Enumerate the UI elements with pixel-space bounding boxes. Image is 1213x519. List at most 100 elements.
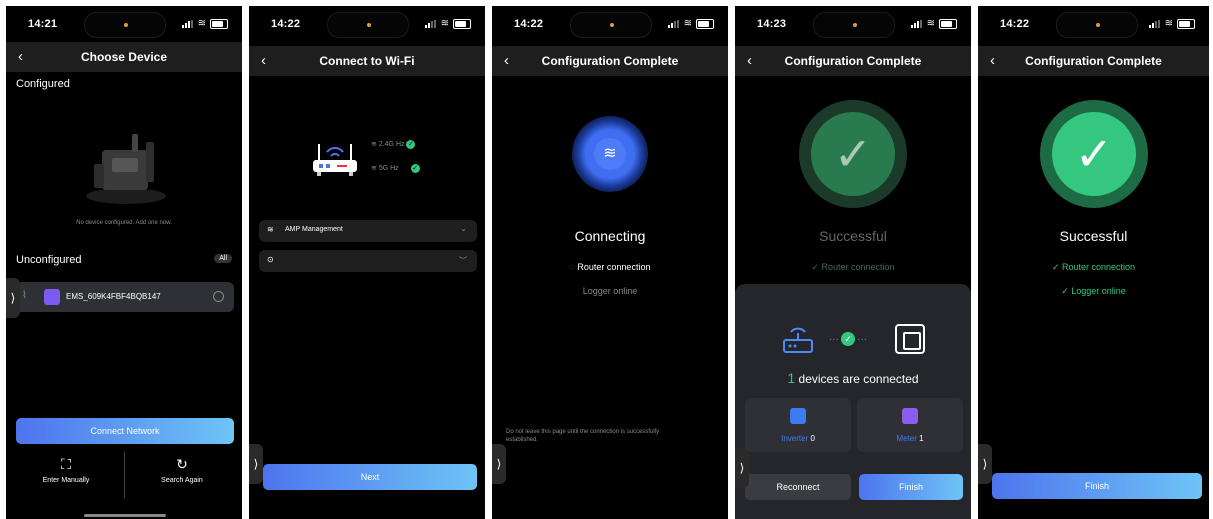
- wifi-icon: ≋: [267, 225, 274, 234]
- nav-bar: ‹ Choose Device: [6, 42, 242, 72]
- check-icon: ✓: [1051, 262, 1060, 272]
- screen-configuration-complete: 14:22 ≋ ‹ Configuration Complete ✓ Succe…: [978, 6, 1209, 519]
- inverter-label: Inverter: [781, 434, 809, 443]
- meter-card[interactable]: Meter 1: [857, 398, 963, 452]
- connect-network-button[interactable]: Connect Network: [16, 418, 234, 444]
- connected-summary: 1 devices are connected: [735, 370, 971, 386]
- chevron-down-icon[interactable]: ⌄: [460, 224, 467, 233]
- side-drawer-handle[interactable]: ⟩: [978, 444, 992, 484]
- lock-icon: ⊙: [267, 255, 274, 264]
- status-heading: Successful: [1059, 228, 1128, 244]
- dynamic-island: [327, 12, 409, 38]
- inverter-row: Inverter 0: [745, 434, 851, 443]
- meter-label: Meter: [896, 434, 917, 443]
- screen-choose-device: 14:21 ≋ ‹ Choose Device Configured No de…: [6, 6, 242, 519]
- battery-icon: [453, 18, 471, 29]
- page-title: Choose Device: [80, 50, 168, 64]
- empty-device-illustration: [86, 134, 166, 204]
- step-router: ✓ Router connection: [735, 262, 971, 273]
- side-drawer-handle[interactable]: ⟩: [492, 444, 506, 484]
- battery-icon: [210, 18, 228, 29]
- side-drawer-handle[interactable]: ⟩: [735, 448, 749, 488]
- logger-device-icon: [895, 324, 925, 354]
- router-icon: [783, 327, 813, 353]
- dynamic-island: [84, 12, 166, 38]
- finish-button[interactable]: Finish: [859, 474, 963, 500]
- device-icon: [44, 289, 60, 305]
- battery-icon: [1177, 18, 1195, 29]
- meter-icon: [902, 408, 918, 424]
- status-heading: Successful: [819, 228, 887, 244]
- screen-devices-connected: 14:23 ≋ ‹ Configuration Complete ✓ Succe…: [735, 6, 971, 519]
- signal-icon: [181, 19, 194, 28]
- connected-count: 1: [787, 370, 796, 386]
- wifi-icon: ≋: [926, 18, 935, 29]
- page-title: Configuration Complete: [1025, 54, 1162, 68]
- step-router: ◌ Router connection: [492, 262, 728, 272]
- check-icon: ✓: [1061, 286, 1069, 296]
- eye-hidden-icon[interactable]: ︶: [459, 255, 467, 266]
- reconnect-button[interactable]: Reconnect: [745, 474, 851, 500]
- page-title: Connect to Wi-Fi: [319, 54, 415, 68]
- step-router-label: Router connection: [577, 262, 651, 272]
- dynamic-island: [570, 12, 652, 38]
- page-title: Configuration Complete: [541, 54, 679, 68]
- ssid-value: AMP Management: [285, 226, 343, 233]
- status-icons: ≋: [910, 18, 957, 29]
- all-filter-badge[interactable]: All: [214, 254, 232, 263]
- check-icon: ✓: [811, 262, 819, 272]
- side-drawer-handle[interactable]: ⟩: [6, 278, 20, 318]
- connection-dots: ··· ✓ ···: [829, 332, 867, 346]
- step-logger-label: Logger online: [582, 286, 638, 296]
- finish-button[interactable]: Finish: [992, 473, 1202, 499]
- radio-button[interactable]: [213, 291, 224, 302]
- status-icons: ≋: [424, 18, 471, 29]
- device-name: EMS_609K4FBF4BQB147: [66, 292, 161, 301]
- nav-bar: ‹ Connect to Wi-Fi: [249, 46, 485, 76]
- wifi-icon: ≋: [1164, 18, 1173, 29]
- wifi-off-icon: ⌇: [22, 290, 27, 301]
- signal-icon: [424, 19, 437, 28]
- screen-connect-wifi: 14:22 ≋ ‹ Connect to Wi-Fi ≋ 2.4G Hz ✓ ≋…: [249, 6, 485, 519]
- warning-text: Do not leave this page until the connect…: [506, 429, 660, 443]
- check-circle-icon: ✓: [406, 140, 416, 149]
- wifi-icon: ≋: [683, 18, 692, 29]
- ssid-field[interactable]: ≋ AMP Management ⌄: [259, 220, 477, 242]
- wifi-icon: ≋: [371, 165, 377, 172]
- status-icons: ≋: [667, 18, 714, 29]
- section-unconfigured-label: Unconfigured: [16, 254, 82, 266]
- inverter-count: 0: [810, 434, 815, 443]
- search-again-button[interactable]: ↻ Search Again: [142, 456, 222, 496]
- status-bar: 14:23 ≋: [735, 6, 971, 44]
- scan-icon: ⛶: [61, 456, 71, 472]
- wifi-pulse-icon: ≋: [572, 116, 648, 192]
- next-button[interactable]: Next: [263, 464, 477, 490]
- meter-row: Meter 1: [857, 434, 963, 443]
- meter-count: 1: [919, 434, 924, 443]
- status-time: 14:21: [28, 18, 58, 30]
- band-5-row: ≋ 5G Hz ✓: [371, 164, 420, 173]
- connected-text: devices are connected: [798, 372, 919, 386]
- wifi-icon: ≋: [197, 18, 206, 29]
- band-5-label: 5G Hz: [378, 165, 399, 172]
- home-indicator: [84, 514, 166, 517]
- band-24-row: ≋ 2.4G Hz ✓: [371, 140, 416, 149]
- nav-bar: ‹ Configuration Complete: [735, 46, 971, 76]
- signal-icon: [1148, 19, 1161, 28]
- side-drawer-handle[interactable]: ⟩: [249, 444, 263, 484]
- section-configured-label: Configured: [16, 78, 70, 90]
- step-router-label: Router connection: [821, 262, 895, 272]
- status-bar: 14:22 ≋: [249, 6, 485, 44]
- status-time: 14:22: [1000, 18, 1030, 30]
- inverter-card[interactable]: Inverter 0: [745, 398, 851, 452]
- refresh-icon: ↻: [176, 456, 188, 472]
- battery-icon: [939, 18, 957, 29]
- wifi-icon: ≋: [440, 18, 449, 29]
- band-24-label: 2.4G Hz: [378, 141, 405, 148]
- password-field[interactable]: ⊙ ︶: [259, 250, 477, 272]
- device-list-item[interactable]: ⌇ EMS_609K4FBF4BQB147: [16, 282, 234, 312]
- wifi-icon: ≋: [594, 138, 626, 170]
- success-check-icon: ✓: [799, 100, 907, 208]
- enter-manually-button[interactable]: ⛶ Enter Manually: [26, 456, 106, 496]
- inverter-icon: [790, 408, 806, 424]
